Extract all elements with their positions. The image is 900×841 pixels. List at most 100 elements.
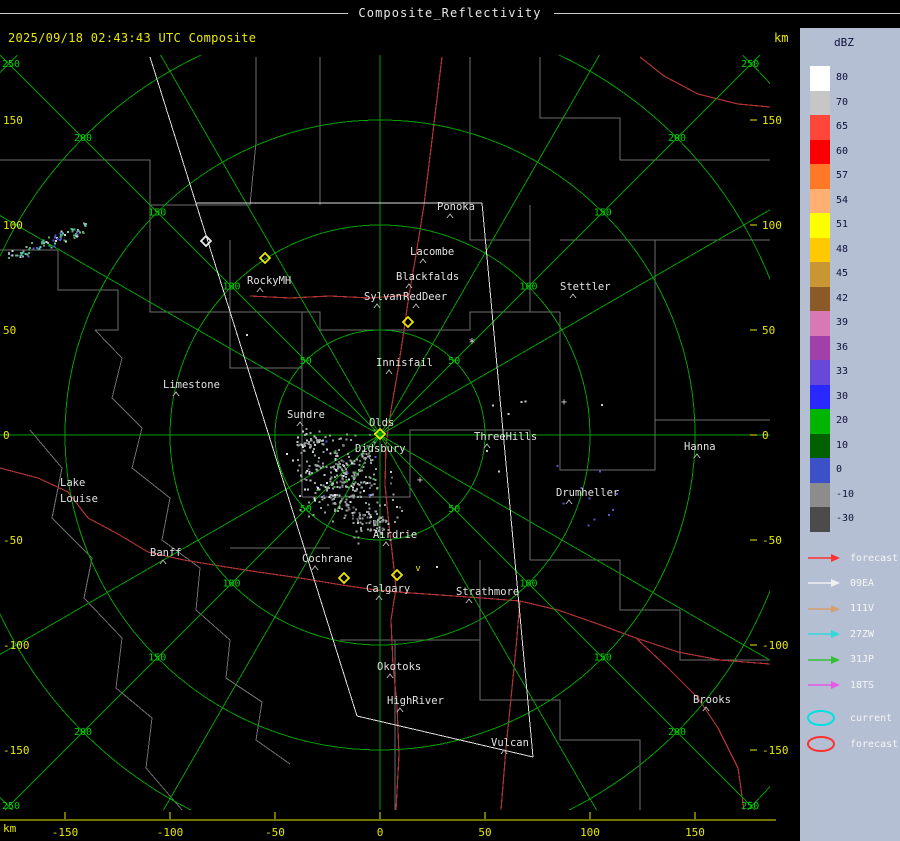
echo-pixel — [350, 484, 353, 487]
echo-pixel — [367, 510, 370, 513]
city-label: Sylvan — [364, 291, 402, 303]
city-caret-icon — [693, 453, 701, 459]
echo-pixel — [598, 470, 601, 473]
echo-pixel — [382, 518, 385, 521]
echo-pixel — [11, 249, 14, 252]
echo-pixel — [359, 459, 362, 462]
echo-pixel — [53, 242, 56, 245]
colorbar-value-label: 60 — [836, 145, 849, 157]
arrow-icon — [808, 681, 840, 689]
echo-pixel — [323, 495, 326, 498]
echo-pixel — [320, 495, 323, 498]
county-boundary-line — [539, 57, 770, 161]
echo-pixel — [361, 455, 364, 458]
echo-pixel — [327, 486, 330, 489]
arrow-head — [831, 655, 840, 664]
echo-pixel — [48, 244, 51, 247]
echo-pixel — [337, 449, 340, 452]
colorbar-value-label: 10 — [836, 439, 849, 451]
echo-pixel — [291, 459, 294, 462]
legend-arrow-row: 09EA — [806, 573, 874, 593]
echo-pixel — [312, 441, 315, 444]
city-caret-icon — [465, 598, 473, 604]
echo-pixel — [322, 484, 325, 487]
echo-pixel — [341, 469, 344, 472]
right-axis-label: -50 — [762, 534, 782, 547]
colorbar-value-label: 20 — [836, 415, 849, 426]
city-caret-icon — [382, 541, 390, 547]
echo-pixel — [351, 494, 354, 497]
echo-pixel — [79, 231, 82, 234]
arrow-icon — [808, 630, 840, 639]
echo-pixel — [392, 498, 395, 501]
echo-pixel — [81, 230, 84, 233]
echo-pixel — [329, 480, 332, 483]
echo-pixel — [374, 523, 377, 526]
echo-pixel — [346, 486, 349, 489]
echo-pixel — [43, 241, 46, 244]
echo-pixel — [84, 224, 87, 227]
city-label: Vulcan — [491, 737, 529, 749]
range-ring-label: 100 — [222, 578, 240, 589]
echo-pixel — [308, 464, 311, 467]
city-label: HighRiver — [387, 695, 444, 707]
colorbar-swatch — [810, 115, 830, 140]
city-labels: Ponoka Lacombe Blackfalds RedDeerSylvan Rock… — [60, 201, 731, 755]
echo-pixel — [56, 238, 59, 241]
range-ring-label: 150 — [594, 207, 612, 218]
echo-pixel — [358, 512, 361, 515]
echo-pixel — [336, 485, 339, 488]
colorbar-swatch — [810, 286, 830, 311]
echo-pixel — [355, 458, 358, 461]
echo-pixel — [341, 498, 344, 501]
arrow-head — [831, 579, 840, 588]
echo-pixel — [346, 464, 349, 467]
radar-map-canvas[interactable]: 50 5050 50100 100100 100150 150150 150200 20020… — [0, 0, 900, 841]
echo-pixel — [399, 506, 402, 509]
echo-pixel — [377, 518, 380, 521]
echo-pixel — [351, 511, 354, 514]
arrow-head — [831, 554, 840, 562]
echo-pixel — [352, 514, 355, 517]
echo-pixel — [374, 456, 377, 459]
echo-pixel — [358, 464, 361, 467]
radar-site-diamond-marker — [337, 571, 351, 585]
echo-pixel — [329, 477, 332, 480]
bottom-axis-label: 0 — [377, 826, 384, 839]
echo-pixel — [342, 475, 345, 478]
right-axis-label: -150 — [762, 744, 789, 757]
city-label: Hanna — [684, 441, 716, 453]
echo-pixel — [368, 522, 371, 525]
echo-pixel — [370, 462, 373, 465]
echo-pixel — [319, 438, 322, 441]
echo-pixel — [313, 497, 316, 500]
echo-pixel — [373, 429, 376, 432]
echo-pixel — [354, 481, 357, 484]
echo-pixel — [357, 542, 360, 545]
plus-marker: + — [417, 475, 423, 486]
echo-pixel — [304, 445, 307, 448]
colorbar-swatch — [810, 384, 830, 409]
bottom-axis-label: -100 — [157, 826, 184, 839]
echo-pixel — [318, 500, 321, 503]
echo-pixel — [326, 504, 329, 507]
echo-pixel — [309, 479, 312, 482]
echo-pixel — [344, 500, 347, 503]
arrow-icon — [808, 554, 840, 562]
echo-pixel — [300, 451, 303, 454]
left-axis-label: -50 — [3, 534, 23, 547]
echo-pixel — [562, 502, 565, 505]
echo-pixel — [357, 522, 360, 525]
colorbar-swatch — [810, 335, 830, 360]
echo-pixel — [365, 510, 368, 513]
echo-pixel — [352, 478, 355, 481]
echo-pixel — [611, 508, 614, 511]
arrow-head — [831, 604, 840, 613]
echo-pixel — [381, 515, 384, 518]
echo-pixel — [345, 502, 348, 505]
echo-pixel — [8, 253, 11, 256]
legend-ellipse-row: current — [806, 708, 892, 728]
echo-pixel — [323, 511, 326, 514]
echo-pixel — [306, 439, 309, 442]
echo-pixel — [329, 494, 332, 497]
